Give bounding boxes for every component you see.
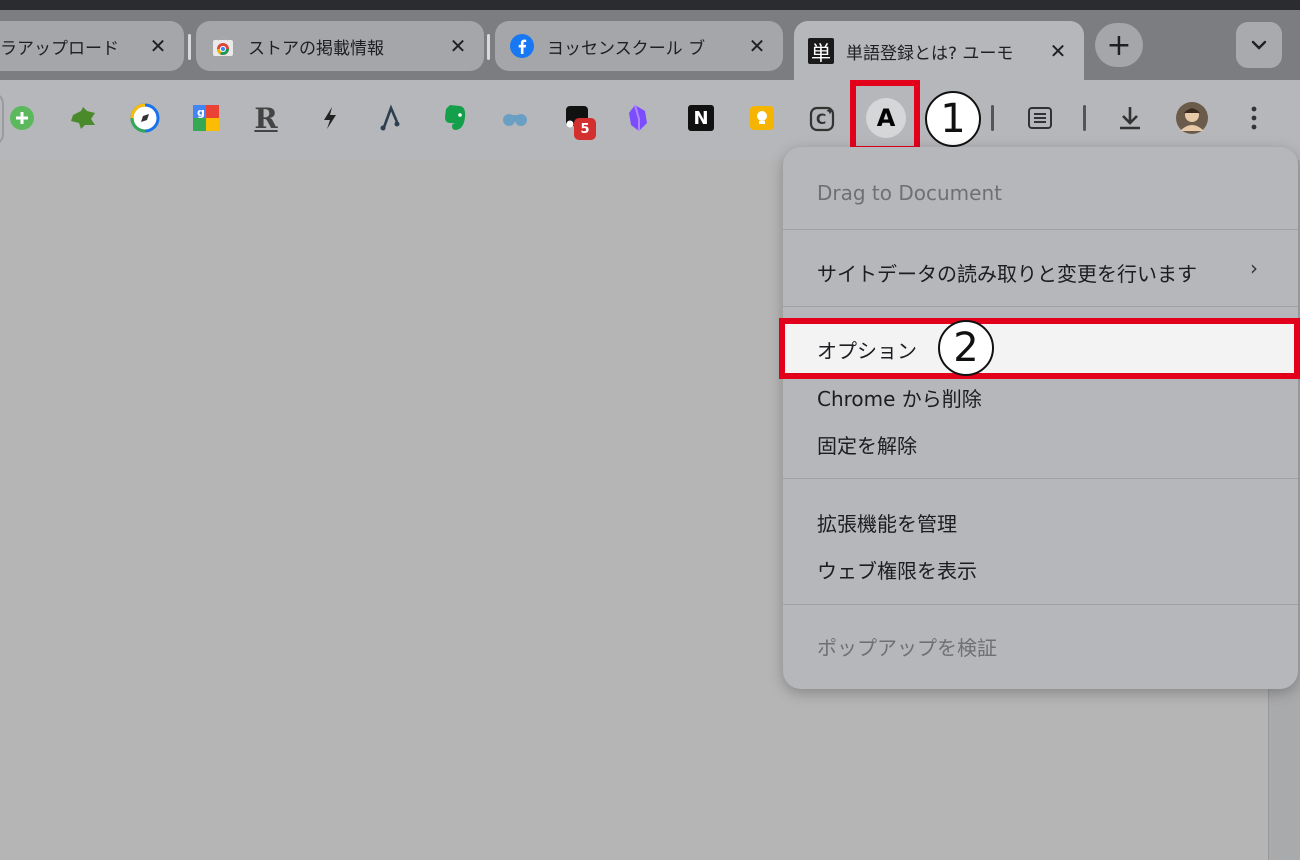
ext-puzzle-green-icon[interactable] xyxy=(66,100,102,136)
tab-close-icon[interactable]: ✕ xyxy=(745,34,769,58)
tab-separator xyxy=(188,34,191,60)
tab-title: ヨッセンスクール ブ xyxy=(547,38,706,59)
svg-text:g: g xyxy=(197,106,205,119)
menu-divider xyxy=(783,478,1298,479)
download-icon[interactable] xyxy=(1112,100,1148,136)
ext-evernote-icon[interactable] xyxy=(436,100,472,136)
menu-item-inspect-popup: ポップアップを検証 xyxy=(817,636,997,660)
tab-close-icon[interactable]: ✕ xyxy=(446,34,470,58)
menu-item-unpin[interactable]: 固定を解除 xyxy=(817,430,917,459)
ext-camera-icon[interactable]: C xyxy=(805,100,841,136)
ext-add-green-icon[interactable] xyxy=(4,100,40,136)
highlight-box-step1 xyxy=(850,80,920,152)
menu-item-manage-extensions[interactable]: 拡張機能を管理 xyxy=(817,508,957,537)
step2-circle-number: 2 xyxy=(938,320,994,376)
step1-circle-number: 1 xyxy=(925,91,981,147)
tab-title: ラアップロード xyxy=(0,38,119,59)
menu-divider xyxy=(783,604,1298,605)
menu-item-extension-name: Drag to Document xyxy=(817,181,1002,205)
ext-obsidian-icon[interactable] xyxy=(620,100,656,136)
chevron-down-icon xyxy=(1251,40,1267,50)
svg-text:C: C xyxy=(816,112,826,128)
menu-divider xyxy=(783,306,1298,307)
menu-item-view-web-permissions[interactable]: ウェブ権限を表示 xyxy=(817,555,977,584)
tab-title: ストアの掲載情報 xyxy=(248,38,384,59)
ext-binoculars-icon[interactable] xyxy=(497,100,533,136)
tab-upload[interactable]: ラアップロード ✕ xyxy=(0,21,184,71)
chrome-webstore-icon xyxy=(210,33,236,59)
ext-badge-app-icon[interactable]: 5 xyxy=(560,100,596,140)
ext-rakuten-icon[interactable]: R xyxy=(248,100,284,136)
tab-close-icon[interactable]: ✕ xyxy=(146,34,170,58)
tab-title: 単語登録とは? ユーモ xyxy=(846,43,1014,64)
ext-keep-icon[interactable] xyxy=(744,100,780,136)
menu-item-site-data[interactable]: サイトデータの読み取りと変更を行います xyxy=(817,258,1197,287)
tab-word-registration[interactable]: 単 単語登録とは? ユーモ ✕ xyxy=(794,21,1084,81)
ext-compass-icon[interactable] xyxy=(127,100,163,136)
facebook-icon xyxy=(509,33,535,59)
notification-badge: 5 xyxy=(574,118,596,140)
chevron-right-icon: › xyxy=(1250,256,1258,280)
reading-list-icon[interactable] xyxy=(1022,100,1058,136)
toolbar-separator xyxy=(991,105,994,131)
highlight-box-step2 xyxy=(779,318,1300,379)
profile-avatar[interactable] xyxy=(1174,100,1210,136)
kebab-menu-icon[interactable] xyxy=(1236,100,1272,136)
menu-divider xyxy=(783,229,1298,230)
ext-branch-icon[interactable] xyxy=(373,100,409,136)
tab-yossen-school[interactable]: ヨッセンスクール ブ ✕ xyxy=(495,21,783,71)
tab-search-button[interactable] xyxy=(1236,22,1282,68)
tab-close-icon[interactable]: ✕ xyxy=(1046,39,1070,63)
tan-kanji-favicon: 単 xyxy=(808,38,834,65)
tab-separator xyxy=(487,34,490,60)
tab-store-listing[interactable]: ストアの掲載情報 ✕ xyxy=(196,21,484,71)
menu-item-remove-from-chrome[interactable]: Chrome から削除 xyxy=(817,383,982,412)
extension-context-menu: Drag to Document サイトデータの読み取りと変更を行います › C… xyxy=(783,147,1298,689)
ext-google-translate-icon[interactable]: g xyxy=(188,100,224,136)
new-tab-button[interactable]: + xyxy=(1095,23,1143,67)
ext-notion-icon[interactable]: N xyxy=(683,100,719,136)
ext-lightning-icon[interactable] xyxy=(312,100,348,136)
toolbar-separator xyxy=(1083,105,1086,131)
